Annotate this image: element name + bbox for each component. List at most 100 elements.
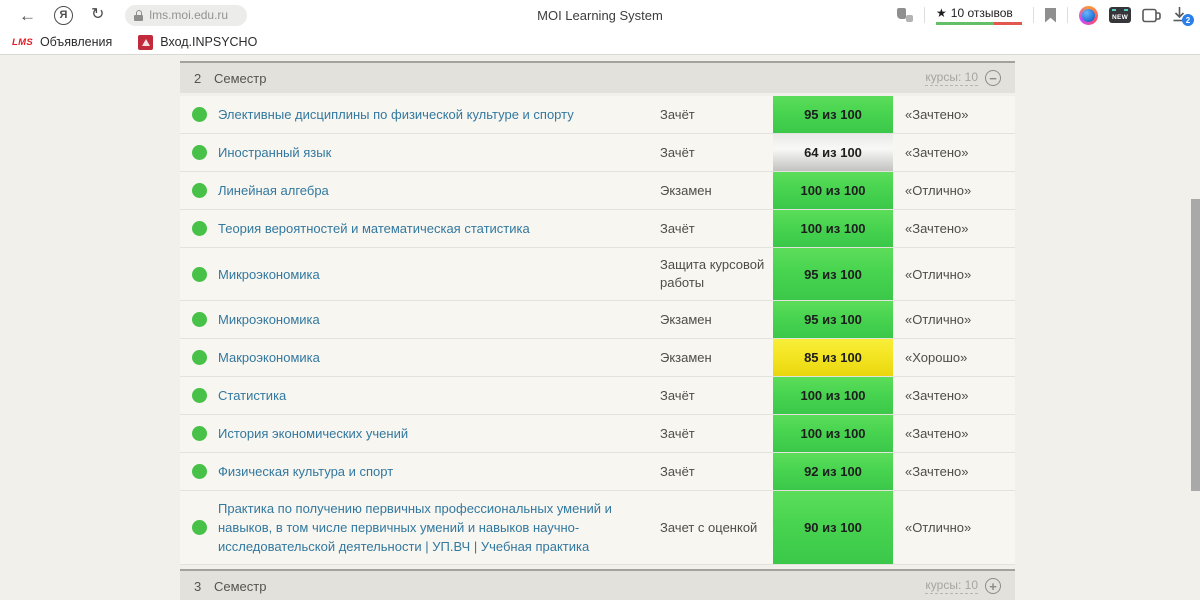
bookmark-inpsycho-login[interactable]: Вход.INPSYCHO [138, 34, 258, 50]
course-row: Линейная алгебра Экзамен 100 из 100 «Отл… [180, 172, 1015, 210]
page-content: 2 Семестр курсы: 10 − Элективные дисципл… [0, 55, 1200, 600]
score-cell: 85 из 100 [773, 339, 893, 376]
divider [1033, 7, 1034, 23]
grade-text: «Зачтено» [905, 145, 969, 160]
course-status-cell [180, 96, 218, 133]
course-row: Микроэкономика Экзамен 95 из 100 «Отличн… [180, 301, 1015, 339]
course-status-cell [180, 248, 218, 300]
course-link[interactable]: Микроэкономика [218, 248, 660, 300]
status-dot-icon [191, 145, 207, 160]
tableau-icon[interactable] [1142, 7, 1161, 24]
back-icon[interactable]: ← [19, 7, 36, 24]
course-link[interactable]: Практика по получению первичных професси… [218, 491, 660, 564]
assessment-type: Экзамен [660, 311, 712, 327]
grades-table: 2 Семестр курсы: 10 − Элективные дисципл… [180, 61, 1015, 600]
url-text: lms.moi.edu.ru [149, 8, 229, 22]
bookmark-label: Объявления [39, 35, 113, 49]
status-dot-icon [191, 464, 207, 479]
status-dot-icon [191, 350, 207, 365]
course-row: Микроэкономика Защита курсовой работы 95… [180, 248, 1015, 301]
inpsycho-favicon [138, 34, 154, 50]
yandex-logo-icon[interactable]: Я [54, 5, 73, 25]
collapse-semester-button[interactable]: − [985, 70, 1001, 86]
reviews-widget[interactable]: ★ 10 отзывов [936, 6, 1022, 25]
grade-text: «Отлично» [905, 183, 972, 198]
grade-text: «Зачтено» [905, 107, 969, 122]
new-badge-label: NEW [1111, 13, 1129, 21]
course-link[interactable]: Теория вероятностей и математическая ста… [218, 210, 660, 247]
assessment-type: Зачёт [660, 387, 695, 403]
grade-text: «Зачтено» [905, 426, 969, 441]
score-cell: 64 из 100 [773, 134, 893, 171]
course-status-cell [180, 453, 218, 490]
courses-count-link[interactable]: курсы: 10 [925, 578, 978, 594]
score-cell: 100 из 100 [773, 415, 893, 452]
course-row: Макроэкономика Экзамен 85 из 100 «Хорошо… [180, 339, 1015, 377]
assessment-type: Зачёт [660, 106, 695, 122]
course-row: Физическая культура и спорт Зачёт 92 из … [180, 453, 1015, 491]
assessment-type: Зачёт [660, 144, 695, 160]
grade-text: «Хорошо» [905, 350, 968, 365]
grade-text: «Отлично» [905, 520, 972, 535]
star-icon: ★ [936, 5, 947, 20]
semester-label: Семестр [214, 70, 267, 86]
protect-icon[interactable] [897, 8, 913, 22]
course-link[interactable]: Статистика [218, 377, 660, 414]
score-cell: 95 из 100 [773, 248, 893, 300]
status-dot-icon [191, 426, 207, 441]
refresh-icon[interactable]: ↻ [91, 7, 104, 23]
assessment-type: Зачёт [660, 425, 695, 441]
courses-count-link[interactable]: курсы: 10 [925, 70, 978, 86]
semester-2-header: 2 Семестр курсы: 10 − [180, 61, 1015, 93]
divider [1067, 7, 1068, 23]
score-cell: 92 из 100 [773, 453, 893, 490]
assessment-type: Экзамен [660, 182, 712, 198]
course-row: История экономических учений Зачёт 100 и… [180, 415, 1015, 453]
course-link[interactable]: Иностранный язык [218, 134, 660, 171]
bookmark-label: Вход.INPSYCHO [160, 35, 258, 49]
vertical-scrollbar-thumb[interactable] [1191, 199, 1200, 491]
score-cell: 100 из 100 [773, 210, 893, 247]
score-cell: 95 из 100 [773, 96, 893, 133]
extension-orb-icon[interactable] [1079, 5, 1098, 25]
course-link[interactable]: Микроэкономика [218, 301, 660, 338]
downloads-icon[interactable]: 2 [1172, 6, 1194, 26]
assessment-type: Защита курсовой работы [660, 257, 765, 290]
course-row: Практика по получению первичных професси… [180, 491, 1015, 565]
score-cell: 100 из 100 [773, 172, 893, 209]
status-dot-icon [191, 183, 207, 198]
reviews-rating-bar [936, 21, 1022, 25]
course-status-cell [180, 134, 218, 171]
grade-text: «Отлично» [905, 266, 972, 282]
course-link[interactable]: Макроэкономика [218, 339, 660, 376]
course-link[interactable]: История экономических учений [218, 415, 660, 452]
course-link[interactable]: Линейная алгебра [218, 172, 660, 209]
assessment-type: Экзамен [660, 349, 712, 365]
expand-semester-button[interactable]: + [985, 578, 1001, 594]
address-bar[interactable]: lms.moi.edu.ru [125, 4, 248, 26]
bookmark-announcements[interactable]: LMS Объявления [12, 35, 112, 49]
status-dot-icon [191, 266, 207, 282]
course-row: Элективные дисциплины по физической куль… [180, 96, 1015, 134]
semester-label: Семестр [214, 578, 267, 594]
assessment-type: Зачёт [660, 463, 695, 479]
course-status-cell [180, 491, 218, 564]
grade-text: «Отлично» [905, 312, 972, 327]
new-feature-icon[interactable]: NEW [1109, 7, 1131, 23]
course-row: Теория вероятностей и математическая ста… [180, 210, 1015, 248]
status-dot-icon [191, 388, 207, 403]
lms-favicon: LMS [12, 36, 33, 48]
lock-icon [134, 9, 144, 21]
bookmark-flag-icon[interactable] [1045, 7, 1056, 23]
score-cell: 100 из 100 [773, 377, 893, 414]
course-status-cell [180, 415, 218, 452]
grade-text: «Зачтено» [905, 388, 969, 403]
course-status-cell [180, 210, 218, 247]
course-link[interactable]: Физическая культура и спорт [218, 453, 660, 490]
assessment-type: Зачет с оценкой [660, 519, 758, 535]
course-row: Иностранный язык Зачёт 64 из 100 «Зачтен… [180, 134, 1015, 172]
score-cell: 90 из 100 [773, 491, 893, 564]
course-link[interactable]: Элективные дисциплины по физической куль… [218, 96, 660, 133]
reviews-label: 10 отзывов [950, 5, 1013, 20]
status-dot-icon [191, 312, 207, 327]
